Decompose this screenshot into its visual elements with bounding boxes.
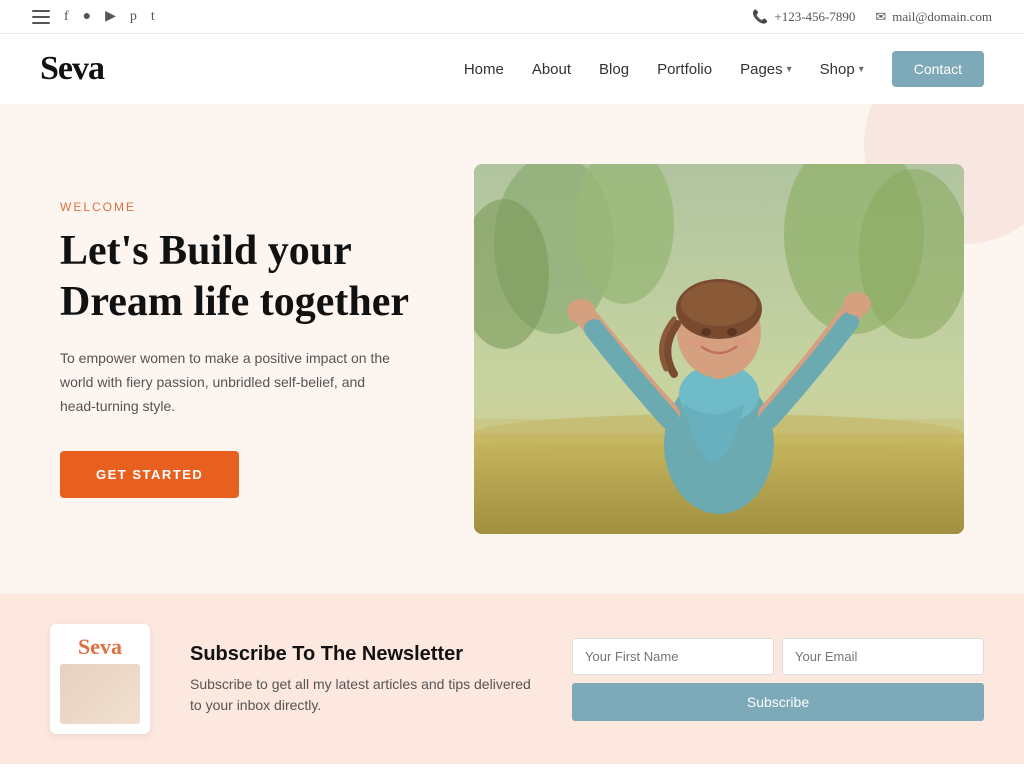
nav-shop[interactable]: Shop ▾ (820, 61, 864, 78)
hero-image (474, 164, 964, 534)
subscribe-logo-card: Seva (50, 624, 150, 734)
hero-image-wrapper (474, 164, 964, 534)
pages-dropdown-arrow: ▾ (787, 64, 792, 75)
hero-welcome-label: Welcome (60, 200, 474, 214)
pinterest-icon[interactable]: p (130, 9, 137, 25)
contact-button[interactable]: Contact (892, 51, 984, 87)
subscribe-form: Subscribe (572, 638, 984, 721)
subscribe-description: Subscribe to get all my latest articles … (190, 674, 542, 716)
subscribe-title: Subscribe To The Newsletter (190, 643, 542, 666)
email-info: ✉ mail@domain.com (875, 9, 992, 25)
hamburger-icon[interactable] (32, 10, 50, 24)
subscribe-section: Seva Subscribe To The Newsletter Subscri… (0, 594, 1024, 764)
twitter-icon[interactable]: t (151, 9, 155, 25)
subscribe-logo: Seva (78, 634, 122, 660)
facebook-icon[interactable]: f (64, 9, 69, 25)
top-bar-contact: 📞 +123-456-7890 ✉ mail@domain.com (752, 9, 992, 25)
shop-dropdown-arrow: ▾ (859, 64, 864, 75)
subscribe-inputs-row (572, 638, 984, 675)
hero-description: To empower women to make a positive impa… (60, 347, 400, 418)
nav-links: Home About Blog Portfolio Pages ▾ Shop ▾… (464, 51, 984, 87)
phone-info: 📞 +123-456-7890 (752, 9, 855, 25)
top-bar: f ● ▶ p t 📞 +123-456-7890 ✉ mail@domain.… (0, 0, 1024, 34)
subscribe-logo-wrap: Seva (40, 624, 160, 734)
nav-portfolio[interactable]: Portfolio (657, 61, 712, 78)
subscribe-email-input[interactable] (782, 638, 984, 675)
nav-pages[interactable]: Pages ▾ (740, 61, 792, 78)
subscribe-button[interactable]: Subscribe (572, 683, 984, 721)
hero-title: Let's Build your Dream life together (60, 226, 474, 327)
subscribe-content: Subscribe To The Newsletter Subscribe to… (190, 643, 542, 716)
top-bar-social: f ● ▶ p t (32, 8, 155, 25)
site-logo[interactable]: Seva (40, 50, 104, 88)
nav-blog[interactable]: Blog (599, 61, 629, 78)
hero-content: Welcome Let's Build your Dream life toge… (60, 200, 474, 497)
phone-icon: 📞 (752, 9, 768, 25)
nav-home[interactable]: Home (464, 61, 504, 78)
subscribe-logo-image (60, 664, 140, 724)
youtube-icon[interactable]: ▶ (105, 8, 116, 25)
hero-section: Welcome Let's Build your Dream life toge… (0, 104, 1024, 594)
get-started-button[interactable]: GET STARTED (60, 451, 239, 498)
email-address: mail@domain.com (892, 9, 992, 25)
nav-about[interactable]: About (532, 61, 571, 78)
main-nav: Seva Home About Blog Portfolio Pages ▾ S… (0, 34, 1024, 104)
email-icon: ✉ (875, 9, 886, 25)
instagram-icon[interactable]: ● (83, 9, 91, 25)
subscribe-name-input[interactable] (572, 638, 774, 675)
phone-number: +123-456-7890 (774, 9, 855, 25)
